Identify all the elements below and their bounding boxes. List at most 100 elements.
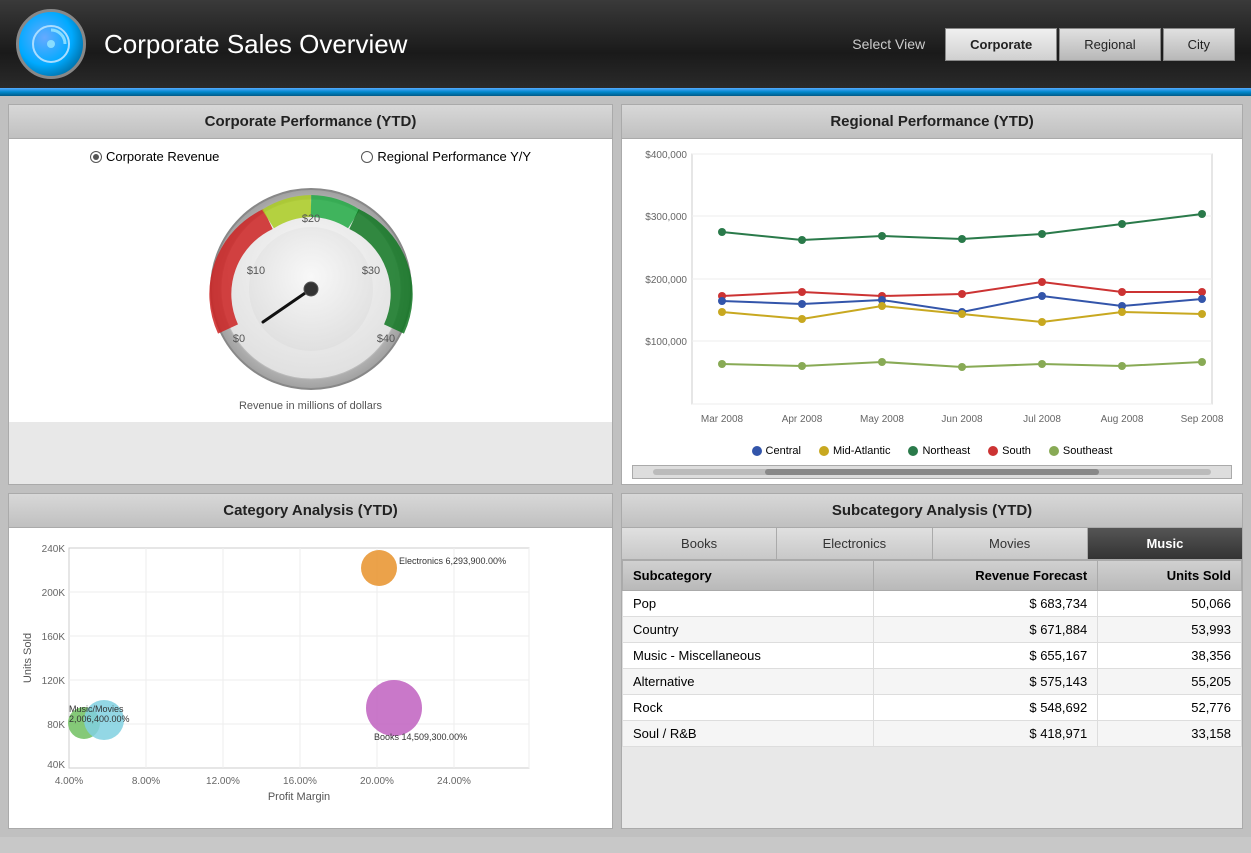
svg-text:Mar 2008: Mar 2008 [701, 414, 744, 425]
legend-midatlantic-label: Mid-Atlantic [833, 445, 890, 457]
svg-text:Apr 2008: Apr 2008 [782, 414, 823, 425]
tab-music[interactable]: Music [1088, 528, 1242, 559]
legend-midatlantic-dot [819, 446, 829, 456]
accent-bar [0, 88, 1251, 96]
legend-southeast-dot [1049, 446, 1059, 456]
radio-corporate-revenue-label: Corporate Revenue [106, 149, 219, 164]
radio-regional-yy-label: Regional Performance Y/Y [377, 149, 531, 164]
page-title: Corporate Sales Overview [104, 29, 852, 60]
tab-books[interactable]: Books [622, 528, 777, 559]
regional-performance-panel: Regional Performance (YTD) $400,000 $300… [621, 104, 1243, 485]
col-subcategory: Subcategory [623, 561, 874, 591]
svg-text:$30: $30 [361, 265, 379, 277]
table-cell: $ 548,692 [873, 695, 1097, 721]
svg-text:$20: $20 [301, 213, 319, 225]
svg-text:40K: 40K [47, 760, 65, 771]
category-analysis-body: 240K 200K 160K 120K 80K 40K 4.00% 8.00% … [9, 528, 612, 828]
subcategory-table-body: Pop$ 683,73450,066Country$ 671,88453,993… [623, 591, 1242, 747]
category-analysis-panel: Category Analysis (YTD) 240K 200K [8, 493, 613, 829]
table-cell: 55,205 [1098, 669, 1242, 695]
chart-scrollbar[interactable] [632, 465, 1232, 479]
table-header-row: Subcategory Revenue Forecast Units Sold [623, 561, 1242, 591]
legend-south-dot [988, 446, 998, 456]
radio-corporate-revenue-circle [90, 151, 102, 163]
table-cell: $ 671,884 [873, 617, 1097, 643]
table-row: Pop$ 683,73450,066 [623, 591, 1242, 617]
table-cell: Alternative [623, 669, 874, 695]
svg-text:$0: $0 [232, 333, 244, 345]
svg-text:$100,000: $100,000 [645, 337, 687, 348]
legend-northeast-dot [908, 446, 918, 456]
corporate-performance-body: Corporate Revenue Regional Performance Y… [9, 139, 612, 422]
table-row: Soul / R&B$ 418,97133,158 [623, 721, 1242, 747]
select-view-label: Select View [852, 36, 925, 52]
tab-electronics[interactable]: Electronics [777, 528, 932, 559]
header: Corporate Sales Overview Select View Cor… [0, 0, 1251, 88]
bubble-chart: 240K 200K 160K 120K 80K 40K 4.00% 8.00% … [19, 538, 559, 818]
table-cell: 33,158 [1098, 721, 1242, 747]
radio-regional-yy[interactable]: Regional Performance Y/Y [361, 149, 531, 164]
main-content: Corporate Performance (YTD) Corporate Re… [0, 96, 1251, 837]
table-cell: Pop [623, 591, 874, 617]
svg-text:Jun 2008: Jun 2008 [941, 414, 983, 425]
svg-text:80K: 80K [47, 720, 65, 731]
legend-northeast: Northeast [908, 445, 970, 457]
legend-southeast: Southeast [1049, 445, 1113, 457]
table-row: Alternative$ 575,14355,205 [623, 669, 1242, 695]
corporate-performance-panel: Corporate Performance (YTD) Corporate Re… [8, 104, 613, 485]
svg-text:$400,000: $400,000 [645, 150, 687, 161]
svg-text:Units Sold: Units Sold [22, 633, 34, 683]
table-cell: Rock [623, 695, 874, 721]
svg-text:8.00%: 8.00% [132, 776, 160, 787]
regional-performance-title: Regional Performance (YTD) [622, 105, 1242, 139]
table-cell: Soul / R&B [623, 721, 874, 747]
tab-corporate[interactable]: Corporate [945, 28, 1057, 61]
tab-movies[interactable]: Movies [933, 528, 1088, 559]
table-row: Rock$ 548,69252,776 [623, 695, 1242, 721]
svg-text:$300,000: $300,000 [645, 212, 687, 223]
regional-performance-body: $400,000 $300,000 $200,000 $100,000 Mar … [622, 139, 1242, 484]
table-cell: 50,066 [1098, 591, 1242, 617]
table-row: Music - Miscellaneous$ 655,16738,356 [623, 643, 1242, 669]
svg-text:20.00%: 20.00% [360, 776, 394, 787]
subcategory-analysis-title: Subcategory Analysis (YTD) [622, 494, 1242, 528]
table-cell: 52,776 [1098, 695, 1242, 721]
col-units-sold: Units Sold [1098, 561, 1242, 591]
chart-legend: Central Mid-Atlantic Northeast South Sou… [632, 445, 1232, 457]
table-cell: $ 418,971 [873, 721, 1097, 747]
logo [16, 9, 86, 79]
svg-text:Music/Movies: Music/Movies [69, 704, 124, 714]
table-cell: 38,356 [1098, 643, 1242, 669]
svg-text:Profit Margin: Profit Margin [268, 791, 330, 803]
col-revenue-forecast: Revenue Forecast [873, 561, 1097, 591]
svg-text:$200,000: $200,000 [645, 275, 687, 286]
legend-south-label: South [1002, 445, 1031, 457]
view-tabs: Corporate Regional City [945, 28, 1235, 61]
svg-text:$40: $40 [376, 333, 394, 345]
subcategory-analysis-panel: Subcategory Analysis (YTD) Books Electro… [621, 493, 1243, 829]
legend-south: South [988, 445, 1031, 457]
tab-regional[interactable]: Regional [1059, 28, 1160, 61]
tab-city[interactable]: City [1163, 28, 1235, 61]
table-cell: $ 575,143 [873, 669, 1097, 695]
svg-text:Jul 2008: Jul 2008 [1023, 414, 1061, 425]
regional-chart: $400,000 $300,000 $200,000 $100,000 Mar … [632, 144, 1232, 434]
svg-text:Electronics 6,293,900.00%: Electronics 6,293,900.00% [399, 556, 506, 566]
svg-text:Sep 2008: Sep 2008 [1181, 414, 1224, 425]
gauge: $0 $10 $20 $30 $40 [201, 174, 421, 394]
svg-text:$10: $10 [246, 265, 264, 277]
table-cell: $ 683,734 [873, 591, 1097, 617]
gauge-caption: Revenue in millions of dollars [239, 400, 382, 412]
table-row: Country$ 671,88453,993 [623, 617, 1242, 643]
radio-corporate-revenue[interactable]: Corporate Revenue [90, 149, 219, 164]
legend-midatlantic: Mid-Atlantic [819, 445, 890, 457]
radio-row: Corporate Revenue Regional Performance Y… [19, 149, 602, 164]
svg-text:200K: 200K [42, 588, 66, 599]
svg-text:160K: 160K [42, 632, 66, 643]
corporate-performance-title: Corporate Performance (YTD) [9, 105, 612, 139]
subcategory-table: Subcategory Revenue Forecast Units Sold … [622, 560, 1242, 747]
svg-text:240K: 240K [42, 544, 66, 555]
legend-northeast-label: Northeast [922, 445, 970, 457]
legend-central-dot [752, 446, 762, 456]
svg-text:May 2008: May 2008 [860, 414, 904, 425]
